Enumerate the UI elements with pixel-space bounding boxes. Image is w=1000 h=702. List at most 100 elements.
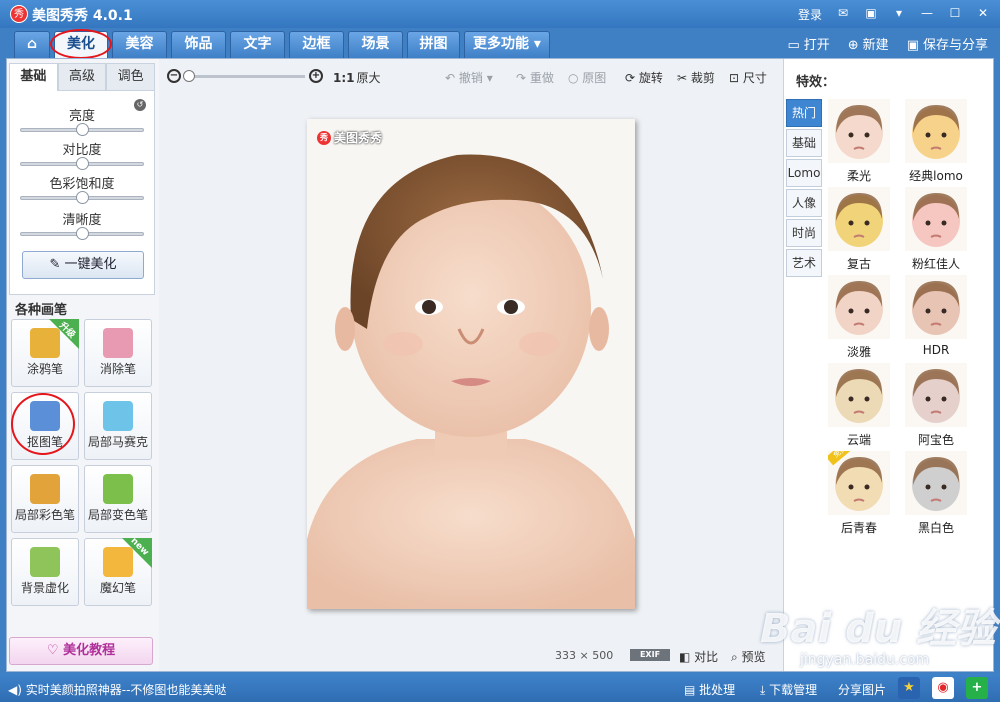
open-button[interactable]: ▭ 打开 [787,34,829,53]
tab-home[interactable]: ⌂ [14,31,50,58]
effect-thumb[interactable] [905,451,967,515]
pen-magic-button[interactable]: 魔幻笔 new [84,536,152,606]
pen-label: 魔幻笔 [99,581,136,595]
share-button[interactable]: 分享图片 [838,681,886,698]
pen-mosaic-button[interactable]: 局部马赛克 [84,392,152,460]
maximize-icon[interactable]: ☐ [946,4,964,22]
tab-collage[interactable]: 拼图 [407,31,460,58]
add-icon[interactable]: + [966,677,988,699]
zoom-out-icon[interactable]: − [167,69,181,83]
effect-thumb[interactable] [828,275,890,339]
fx-tab-basic[interactable]: 基础 [786,129,822,157]
title-bar: 秀 美图秀秀 4.0.1 登录 ✉ ▣ ▾ — ☐ ✕ [0,0,1000,28]
subtab-advanced[interactable]: 高级 [57,63,107,91]
resize-button[interactable]: ⊡ 尺寸 [729,69,767,86]
effect-label: 复古 [846,257,871,271]
fx-tab-lomo[interactable]: Lomo [786,159,822,187]
rotate-button[interactable]: ⟳ 旋转 [625,69,663,86]
slider-thumb[interactable] [76,123,89,136]
zoom-slider[interactable] [187,75,305,78]
origin-button[interactable]: ○ 原图 [568,69,606,86]
slider-track[interactable] [20,191,144,204]
highlight-circle [11,393,75,455]
meitu-logo-icon: 秀 [317,130,331,145]
save-button[interactable]: ▣ 保存与分享 [907,34,988,53]
status-bar: ◀) 实时美颜拍照神器--不修图也能美美哒 ▤ 批处理 ⤓ 下载管理 分享图片 … [0,674,1000,702]
redo-button[interactable]: ↷ 重做 [516,69,554,86]
slider-thumb[interactable] [76,227,89,240]
pen-eraser-button[interactable]: 消除笔 [84,319,152,387]
tab-frame[interactable]: 边框 [289,31,344,58]
undo-button[interactable]: ↶ 撤销 ▾ [445,69,493,86]
effect-label: 粉红佳人 [911,257,960,271]
menu-icon[interactable]: ▾ [890,4,908,22]
pen-graffiti-button[interactable]: 涂鸦笔 升级 [11,319,79,387]
tab-accessories[interactable]: 饰品 [171,31,226,58]
chevron-down-icon[interactable]: ▾ [483,71,493,85]
minimize-icon[interactable]: — [918,4,936,22]
subtab-basic[interactable]: 基础 [9,63,58,91]
zoom-thumb[interactable] [183,70,195,82]
effect-thumbnail-image [905,187,967,251]
fx-tab-hot[interactable]: 热门 [786,99,822,127]
zoom-in-icon[interactable]: + [309,69,323,83]
tutorial-button[interactable]: ♡ 美化教程 [9,637,153,665]
effect-thumb[interactable] [905,275,967,339]
download-button[interactable]: ⤓ 下载管理 [760,681,817,698]
effect-label: 黑白色 [917,521,954,535]
effect-thumb[interactable] [828,187,890,251]
pen-color-button[interactable]: 局部彩色笔 [11,465,79,533]
tab-more[interactable]: 更多功能 ▾ [464,31,550,58]
effect-label: 阿宝色 [917,433,954,447]
tab-text[interactable]: 文字 [230,31,285,58]
compare-button[interactable]: ◧ 对比 [679,648,718,665]
slider-brightness: 亮度 [20,105,144,136]
effect-thumb[interactable] [905,187,967,251]
subtab-color[interactable]: 调色 [106,63,156,91]
image-width: 333 [555,649,576,662]
magic-icon: ✎ [49,257,65,272]
crop-button[interactable]: ✂ 裁剪 [677,69,715,86]
login-link[interactable]: 登录 [798,6,822,23]
slider-label: 清晰度 [62,213,102,228]
star-icon[interactable]: ★ [898,677,920,699]
fx-tab-fashion[interactable]: 时尚 [786,219,822,247]
pen-blur-button[interactable]: 背景虚化 [11,538,79,606]
redo-icon: ↷ [516,71,530,85]
new-label: 新建 [862,38,889,53]
fx-tab-portrait[interactable]: 人像 [786,189,822,217]
feedback-icon[interactable]: ✉ [834,4,852,22]
batch-button[interactable]: ▤ 批处理 [684,681,735,698]
undo-icon: ↶ [445,71,459,85]
effect-thumb[interactable] [828,363,890,427]
app-title: 美图秀秀 4.0.1 [32,8,133,24]
promo-link[interactable]: ◀) 实时美颜拍照神器--不修图也能美美哒 [8,681,226,698]
skin-icon[interactable]: ▣ [862,4,880,22]
slider-track[interactable] [20,227,144,240]
slider-track[interactable] [20,157,144,170]
effect-thumb[interactable] [828,99,890,163]
fx-tab-art[interactable]: 艺术 [786,249,822,277]
pen-recolor-button[interactable]: 局部变色笔 [84,465,152,533]
tab-scene[interactable]: 场景 [348,31,403,58]
original-size-button[interactable]: 1:1 原大 [333,69,381,86]
paint-bucket-icon [103,474,133,504]
slider-track[interactable] [20,123,144,136]
rotate-icon: ⟳ [625,71,639,85]
adjust-box: ↺ 亮度 对比度 色彩饱和度 清晰度 ✎ 一键美化 [9,91,155,295]
effects-panel: 特效： 热门 基础 Lomo 人像 时尚 艺术 柔光 经典lomo 复古 粉红佳人 淡雅… [783,59,993,671]
one-key-beautify-button[interactable]: ✎ 一键美化 [22,251,144,279]
exif-button[interactable]: EXIF [630,649,670,661]
weibo-icon[interactable]: ◉ [932,677,954,699]
image-height: 500 [592,649,614,662]
effect-thumb[interactable] [905,99,967,163]
slider-thumb[interactable] [76,157,89,170]
close-icon[interactable]: ✕ [974,4,992,22]
scissors-icon: ✂ [677,71,691,85]
slider-thumb[interactable] [76,191,89,204]
photo-canvas[interactable]: 秀 美图秀秀 [307,119,635,609]
effect-thumb[interactable]: 免费 [828,451,890,515]
new-button[interactable]: ⊕ 新建 [848,34,889,53]
effect-thumb[interactable] [905,363,967,427]
tab-beauty[interactable]: 美容 [112,31,167,58]
